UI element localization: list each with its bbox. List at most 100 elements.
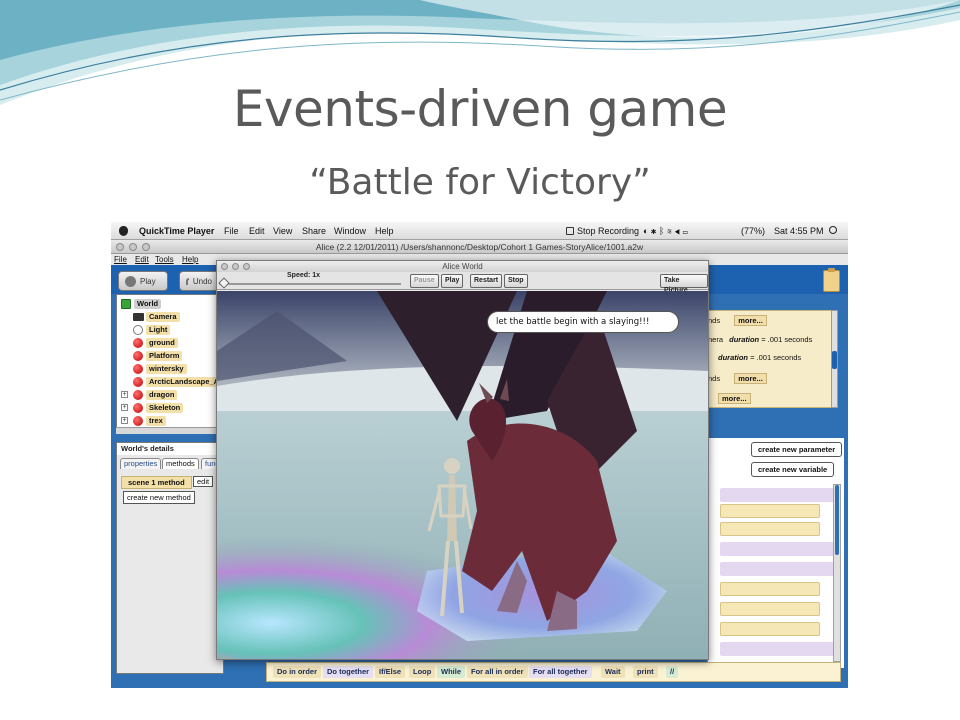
edit-method-button[interactable]: edit [193,476,214,487]
clipboard-icon[interactable] [823,268,840,292]
palette-loop[interactable]: Loop [409,666,436,678]
tree-item-label: World [134,299,162,309]
control-palette: Do in order Do together If/Else Loop Whi… [266,662,841,682]
object-icon [133,351,143,361]
menu-window[interactable]: Window [334,226,366,236]
tab-methods[interactable]: methods [162,458,199,469]
speed-label: Speed: 1x [287,272,321,279]
speed-slider-track[interactable] [219,283,401,285]
method-tile[interactable]: scene 1 method [121,476,192,489]
alice-window-title: Alice (2.2 12/01/2011) /Users/shannonc/D… [315,242,644,252]
world-play-button[interactable]: Play [441,274,464,288]
alice-menu-file[interactable]: File [114,255,127,264]
object-icon [133,390,143,400]
take-picture-button[interactable]: Take Picture [660,274,708,294]
details-title: World's details [117,443,223,455]
object-icon [133,377,143,387]
menubar-clock[interactable]: Sat 4:55 PM [774,226,824,236]
more-button[interactable]: more... [734,315,767,326]
alice-menu-tools[interactable]: Tools [155,255,174,264]
expand-toggle-icon[interactable]: + [121,417,128,424]
event-row[interactable]: nds more... [708,373,773,389]
expand-toggle-icon[interactable]: + [121,391,128,398]
status-icons[interactable]: ◐ ✱ ᛒ ≋ ◀ ▭ [643,226,688,236]
palette-if-else[interactable]: If/Else [375,666,406,678]
tree-horizontal-scrollbar[interactable] [116,427,224,434]
event-row[interactable]: duration = .001 seconds [718,353,801,369]
editor-block[interactable] [720,582,820,596]
editor-block[interactable] [720,562,838,576]
more-button[interactable]: more... [718,393,751,404]
event-row-text: nera [708,335,724,344]
events-panel: nds more... nera duration = .001 seconds… [707,310,835,408]
alice-menu-help[interactable]: Help [182,255,198,264]
menu-edit[interactable]: Edit [249,226,265,236]
stop-button[interactable]: Stop [504,274,528,288]
palette-for-all-in-order[interactable]: For all in order [467,666,528,678]
speed-slider-handle[interactable] [218,277,230,289]
screenshot: QuickTime Player File Edit View Share Wi… [111,222,848,688]
apple-menu-icon[interactable] [119,226,128,236]
menu-help[interactable]: Help [375,226,394,236]
undo-button[interactable]: Undo [179,271,219,291]
mac-menubar: QuickTime Player File Edit View Share Wi… [111,222,848,240]
more-button[interactable]: more... [734,373,767,384]
editor-block[interactable] [720,542,838,556]
restart-button[interactable]: Restart [470,274,503,288]
create-method-button[interactable]: create new method [123,491,195,504]
palette-while[interactable]: While [437,666,465,678]
details-panel: World's details properties methods func … [116,442,224,674]
editor-block[interactable] [720,642,838,656]
play-icon [125,275,136,287]
editor-block[interactable] [720,622,820,636]
duration-label[interactable]: duration [729,335,759,344]
slide-title: Events-driven game [232,80,728,138]
create-variable-button[interactable]: create new variable [751,462,835,477]
speech-bubble: let the battle begin with a slaying!!! [487,311,679,333]
palette-print[interactable]: print [633,666,658,678]
duration-value[interactable]: = .001 seconds [761,335,812,344]
stop-recording-icon[interactable] [566,227,574,235]
editor-block[interactable] [720,522,820,536]
undo-button-label: Undo [192,276,212,286]
event-row[interactable]: more... [718,393,757,409]
method-editor: create new parameter create new variable [707,438,844,668]
palette-for-all-together[interactable]: For all together [529,666,592,678]
object-tree: World Camera Light ground Platform winte… [116,294,224,434]
palette-wait[interactable]: Wait [601,666,625,678]
menu-share[interactable]: Share [302,226,326,236]
spotlight-search-icon[interactable] [829,226,837,234]
editor-block[interactable] [720,488,838,502]
tree-item-label: wintersky [146,364,187,374]
stop-recording-label[interactable]: Stop Recording [577,226,639,236]
duration-value[interactable]: = .001 seconds [750,353,801,362]
tab-properties[interactable]: properties [120,458,162,469]
event-row-text: nds [708,316,721,325]
palette-comment[interactable]: // [666,666,679,678]
pause-button[interactable]: Pause [410,274,439,288]
events-scrollbar[interactable] [831,310,838,408]
undo-icon [186,277,189,285]
camera-icon [133,313,144,321]
editor-block[interactable] [720,504,820,518]
menu-app-name[interactable]: QuickTime Player [139,226,214,236]
palette-do-together[interactable]: Do together [323,666,374,678]
alice-menu-edit[interactable]: Edit [135,255,149,264]
play-button[interactable]: Play [118,271,168,291]
scene-render [217,291,708,659]
editor-block[interactable] [720,602,820,616]
duration-label[interactable]: duration [718,353,748,362]
world-viewport[interactable]: let the battle begin with a slaying!!! [217,291,708,659]
palette-do-in-order[interactable]: Do in order [273,666,322,678]
create-parameter-button[interactable]: create new parameter [751,442,843,457]
event-row[interactable]: nds more... [708,315,773,331]
alice-world-titlebar: Alice World [217,261,708,272]
menu-file[interactable]: File [224,226,239,236]
editor-scrollbar[interactable] [833,484,841,662]
expand-toggle-icon[interactable]: + [121,404,128,411]
menu-view[interactable]: View [273,226,292,236]
object-icon [133,338,143,348]
battery-percent: (77%) [741,226,766,236]
event-row[interactable]: nera duration = .001 seconds [708,335,812,351]
object-icon [133,364,143,374]
